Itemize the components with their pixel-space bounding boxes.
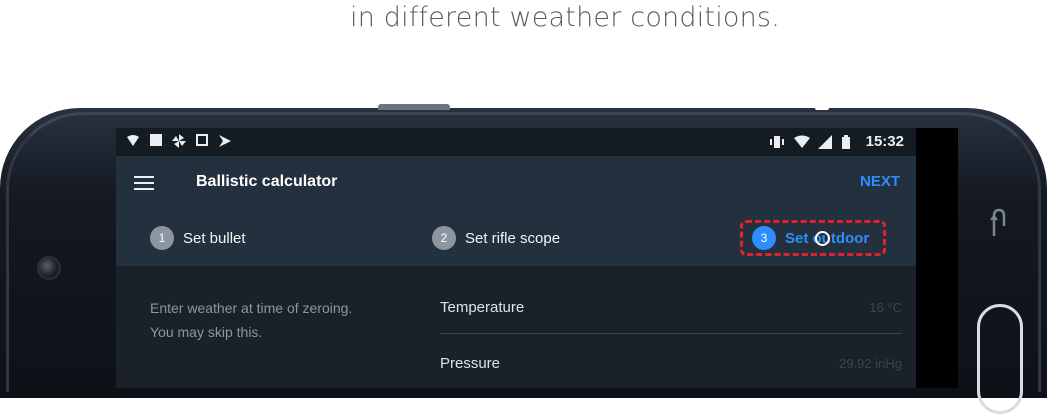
stepper: 1 Set bullet 2 Set rifle scope 3 Set out… (116, 210, 916, 266)
step-set-rifle-scope[interactable]: 2 Set rifle scope (432, 226, 560, 250)
pressure-field[interactable]: Pressure 29.92 inHg (440, 334, 902, 388)
highlight-box (740, 220, 886, 256)
vibrate-icon (769, 135, 784, 149)
app-bar: Ballistic calculator NEXT (116, 156, 916, 210)
hint-line-2: You may skip this. (150, 324, 263, 340)
menu-icon[interactable] (134, 176, 154, 190)
field-label: Temperature (440, 299, 525, 316)
status-time: 15:32 (865, 133, 904, 150)
app-title: Ballistic calculator (196, 173, 338, 190)
content-area: Enter weather at time of zeroing. You ma… (116, 266, 916, 388)
hint-line-1: Enter weather at time of zeroing. (150, 300, 353, 316)
step-label: Set bullet (183, 229, 246, 247)
play-store-icon (218, 134, 232, 148)
system-nav-bar (916, 128, 958, 388)
status-left-icons (126, 134, 232, 148)
pinwheel-icon (172, 134, 186, 148)
step-number: 1 (150, 226, 174, 250)
front-camera (37, 256, 61, 280)
wifi-question-icon (126, 134, 140, 148)
recents-button[interactable] (815, 96, 829, 110)
temperature-field[interactable]: Temperature 16 °C (440, 278, 902, 334)
signal-icon (817, 134, 832, 149)
home-button[interactable] (815, 231, 830, 246)
next-button[interactable]: NEXT (860, 173, 900, 190)
status-right-icons: 15:32 (769, 133, 904, 150)
back-icon[interactable] (988, 208, 1010, 238)
physical-home-key[interactable] (977, 304, 1023, 414)
download-icon (196, 134, 208, 146)
hint-text: Enter weather at time of zeroing. You ma… (150, 296, 410, 344)
caption-text: in different weather conditions. (350, 2, 780, 33)
field-value: 16 °C (869, 300, 902, 315)
wifi-icon (793, 135, 810, 149)
field-label: Pressure (440, 355, 501, 372)
device-screen: 15:32 Ballistic calculator NEXT 1 Set bu… (116, 128, 958, 388)
status-bar: 15:32 (116, 128, 916, 156)
field-value: 29.92 inHg (839, 356, 902, 371)
phone-power-button (378, 104, 450, 110)
battery-icon (841, 134, 856, 149)
image-icon (150, 134, 162, 146)
step-label: Set rifle scope (465, 229, 561, 247)
step-set-bullet[interactable]: 1 Set bullet (150, 226, 246, 250)
step-number: 2 (432, 226, 456, 250)
